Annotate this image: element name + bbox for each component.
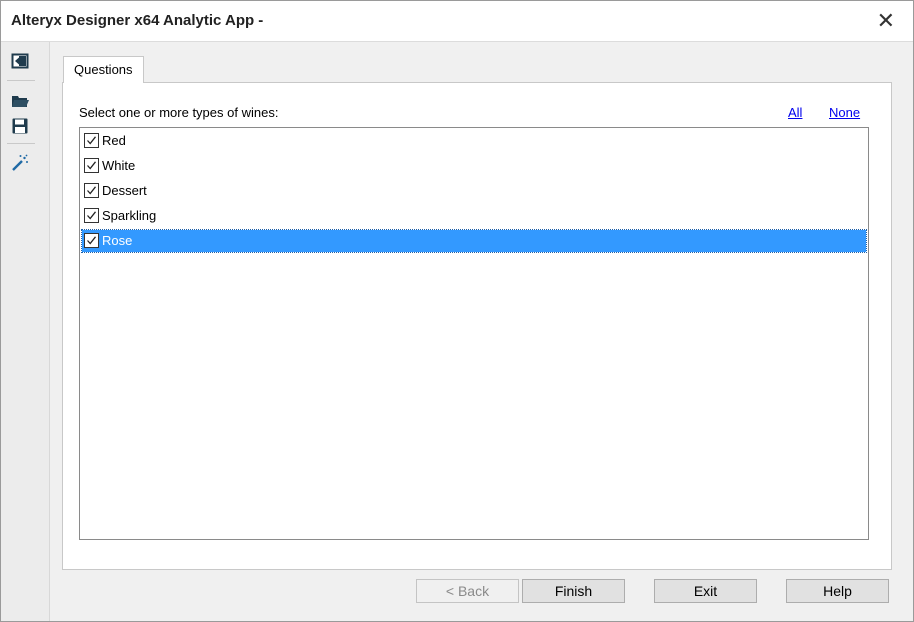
checkbox[interactable] xyxy=(84,158,99,173)
checkbox[interactable] xyxy=(84,133,99,148)
list-item-label: Red xyxy=(102,133,126,148)
back-button[interactable]: < Back xyxy=(416,579,519,603)
checkbox[interactable] xyxy=(84,233,99,248)
analytic-app-window: Alteryx Designer x64 Analytic App - ✕ Qu… xyxy=(0,0,914,622)
list-item-dessert[interactable]: Dessert xyxy=(82,180,866,202)
sidebar-toolbar xyxy=(1,42,50,621)
list-item-sparkling[interactable]: Sparkling xyxy=(82,205,866,227)
title-bar: Alteryx Designer x64 Analytic App - ✕ xyxy=(1,1,913,41)
select-none-link[interactable]: None xyxy=(829,105,860,120)
list-item-red[interactable]: Red xyxy=(82,130,866,152)
wine-type-list: Red White Dessert Sparkling Rose xyxy=(79,127,869,540)
list-item-rose[interactable]: Rose xyxy=(81,229,867,253)
window-title: Alteryx Designer x64 Analytic App - xyxy=(11,12,264,29)
list-item-label: Sparkling xyxy=(102,208,157,223)
magic-wand-icon[interactable] xyxy=(9,152,31,174)
select-all-link[interactable]: All xyxy=(788,105,802,120)
help-button[interactable]: Help xyxy=(786,579,889,603)
question-prompt: Select one or more types of wines: xyxy=(79,105,279,120)
open-folder-icon[interactable] xyxy=(9,90,31,112)
close-icon[interactable]: ✕ xyxy=(877,8,895,34)
checkbox[interactable] xyxy=(84,183,99,198)
checkbox[interactable] xyxy=(84,208,99,223)
list-item-label: Dessert xyxy=(102,183,147,198)
exit-button[interactable]: Exit xyxy=(654,579,757,603)
toolbar-divider xyxy=(7,80,35,81)
questions-panel: Select one or more types of wines: All N… xyxy=(62,82,892,570)
toolbar-divider xyxy=(7,143,35,144)
back-to-workflow-icon[interactable] xyxy=(9,50,31,72)
list-item-label: White xyxy=(102,158,136,173)
finish-button[interactable]: Finish xyxy=(522,579,625,603)
content-area: Questions Select one or more types of wi… xyxy=(50,42,913,621)
list-item-white[interactable]: White xyxy=(82,155,866,177)
list-item-label: Rose xyxy=(102,233,133,248)
tab-questions[interactable]: Questions xyxy=(63,56,144,83)
save-icon[interactable] xyxy=(9,115,31,137)
